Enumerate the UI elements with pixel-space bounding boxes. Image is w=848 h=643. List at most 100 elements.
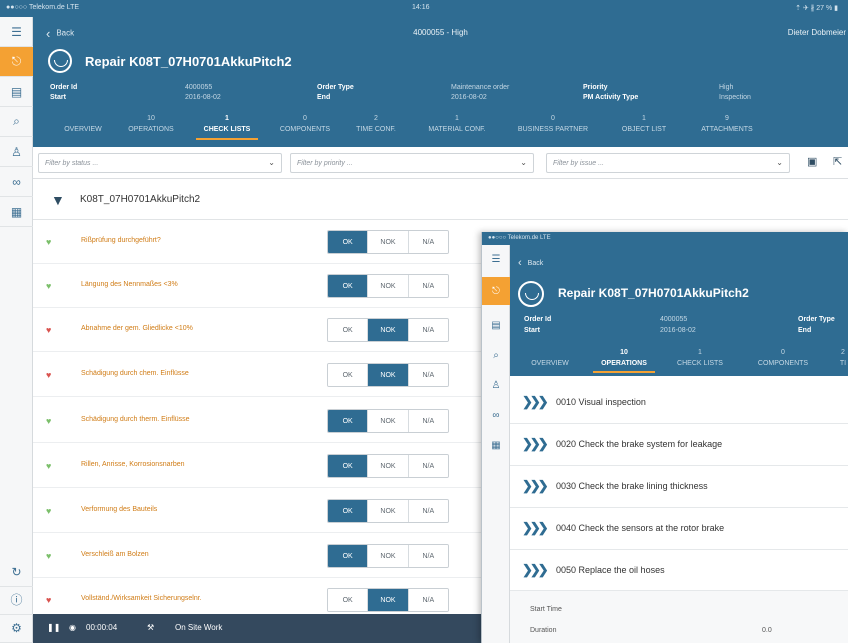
ok-button[interactable]: OK (328, 319, 368, 341)
search-icon[interactable]: ⌕ (0, 107, 33, 137)
tab-time-conf[interactable]: 2 TIME CONF. (348, 115, 404, 133)
info-icon[interactable]: ⓘ (0, 585, 33, 615)
priority-filter[interactable]: Filter by priority ... ⌄ (290, 153, 534, 173)
pm-activity-label: PM Activity Type (583, 94, 639, 101)
ok-nok-na-selector: OK NOK N/A (327, 318, 449, 342)
overlay-sidebar: ☰ ⎋ ▤ ⌕ ♙ ∞ ▦ (482, 245, 510, 643)
operation-label: 0030 Check the brake lining thickness (556, 481, 708, 491)
start-label: Start (524, 327, 540, 334)
documents-icon[interactable]: ▦ (482, 431, 510, 459)
chevron-down-icon: ⌄ (268, 158, 275, 167)
tab-operations[interactable]: 10 OPERATIONS (121, 115, 181, 133)
notifications-icon[interactable]: ▤ (0, 77, 33, 107)
issue-filter[interactable]: Filter by issue ... ⌄ (546, 153, 790, 173)
ok-nok-na-selector: OK NOK N/A (327, 230, 449, 254)
operation-row[interactable]: ❯❯❯ 0030 Check the brake lining thickness (510, 466, 848, 508)
clipboard-icon[interactable]: ▣ (807, 155, 817, 168)
tab-components[interactable]: 0 COMPONENTS (273, 115, 337, 133)
tab-material-conf[interactable]: 1 MATERIAL CONF. (418, 115, 496, 133)
na-button[interactable]: N/A (407, 275, 448, 297)
tab-check-lists[interactable]: 1 CHECK LISTS (196, 115, 258, 140)
orders-icon[interactable]: ⎋ (0, 47, 33, 77)
export-icon[interactable]: ⇱ (833, 155, 842, 168)
na-button[interactable]: N/A (407, 231, 448, 253)
operation-row[interactable]: ❯❯❯ 0040 Check the sensors at the rotor b… (510, 508, 848, 550)
nok-button[interactable]: NOK (367, 410, 408, 432)
tab-check-lists[interactable]: 1 CHECK LISTS (670, 349, 730, 367)
na-button[interactable]: N/A (407, 500, 448, 522)
na-button[interactable]: N/A (407, 545, 448, 567)
operation-row[interactable]: ❯❯❯ 0050 Replace the oil hoses (510, 550, 848, 592)
notifications-icon[interactable]: ▤ (482, 311, 510, 339)
ok-button[interactable]: OK (328, 275, 368, 297)
tab-components[interactable]: 0 COMPONENTS (748, 349, 818, 367)
ok-button[interactable]: OK (328, 589, 368, 611)
tab-overview[interactable]: OVERVIEW (53, 115, 113, 133)
tab-operations[interactable]: 10 OPERATIONS (593, 349, 655, 373)
status-filter[interactable]: Filter by status ... ⌄ (38, 153, 282, 173)
operation-row[interactable]: ❯❯❯ 0010 Visual inspection (510, 382, 848, 424)
na-button[interactable]: N/A (407, 319, 448, 341)
tab-attachments[interactable]: 9 ATTACHMENTS (688, 115, 766, 133)
bottom-bar: ❚❚ ◉ 00:00:04 ⚒ On Site Work (33, 614, 481, 643)
end-label: End (317, 94, 331, 101)
ok-button[interactable]: OK (328, 410, 368, 432)
nok-button[interactable]: NOK (367, 231, 408, 253)
na-button[interactable]: N/A (407, 589, 448, 611)
sync-icon[interactable]: ↻ (0, 557, 33, 587)
na-button[interactable]: N/A (407, 455, 448, 477)
ok-button[interactable]: OK (328, 231, 368, 253)
na-button[interactable]: N/A (407, 364, 448, 386)
tab-object-list[interactable]: 1 OBJECT LIST (611, 115, 677, 133)
priority-value: High (719, 84, 734, 91)
tab-overview[interactable]: OVERVIEW (524, 349, 576, 367)
ok-button[interactable]: OK (328, 455, 368, 477)
menu-icon[interactable]: ☰ (482, 245, 510, 273)
status-nok-icon: ♥ (46, 370, 52, 380)
operation-label: 0020 Check the brake system for leakage (556, 439, 723, 449)
page-title: 4000055 - High (413, 28, 468, 37)
settings-icon[interactable]: ⚙ (0, 613, 33, 643)
checklist-item-label: Verschleiß am Bolzen (81, 551, 149, 558)
helmet-icon (48, 49, 72, 73)
nok-button[interactable]: NOK (367, 275, 408, 297)
team-icon[interactable]: ♙ (482, 371, 510, 399)
operation-row[interactable]: ❯❯❯ 0020 Check the brake system for leaka… (510, 424, 848, 466)
overlay-object-title: Repair K08T_07H0701AkkuPitch2 (558, 286, 749, 300)
nok-button[interactable]: NOK (367, 545, 408, 567)
end-label: End (798, 327, 812, 334)
nok-button[interactable]: NOK (367, 319, 408, 341)
nok-button[interactable]: NOK (367, 589, 408, 611)
pause-icon[interactable]: ❚❚ (47, 623, 60, 632)
checklist-icon: ▼ (51, 192, 65, 208)
binoculars-icon[interactable]: ∞ (0, 167, 33, 197)
nok-button[interactable]: NOK (367, 500, 408, 522)
ok-button[interactable]: OK (328, 545, 368, 567)
ok-button[interactable]: OK (328, 364, 368, 386)
ok-nok-na-selector: OK NOK N/A (327, 454, 449, 478)
search-icon[interactable]: ⌕ (482, 341, 510, 369)
carrier-label: ●●○○○ Telekom.de LTE (6, 4, 80, 11)
tab-business-partner[interactable]: 0 BUSINESS PARTNER (508, 115, 598, 133)
duration-label: Duration (530, 627, 557, 634)
menu-icon[interactable]: ☰ (0, 17, 33, 47)
documents-icon[interactable]: ▦ (0, 197, 33, 227)
status-ok-icon: ♥ (46, 416, 52, 426)
nok-button[interactable]: NOK (367, 364, 408, 386)
chevrons-right-icon: ❯❯❯ (522, 394, 549, 409)
user-name[interactable]: Dieter Dobmeier (788, 28, 846, 37)
checklist-item-label: Schädigung durch therm. Einflüsse (81, 416, 190, 423)
na-button[interactable]: N/A (407, 410, 448, 432)
tab-time-conf[interactable]: 2 TI (836, 349, 848, 367)
orders-icon[interactable]: ⎋ (482, 277, 510, 305)
checklist-item-label: Verformung des Bauteils (81, 506, 158, 513)
nok-button[interactable]: NOK (367, 455, 408, 477)
team-icon[interactable]: ♙ (0, 137, 33, 167)
checklist-title: K08T_07H0701AkkuPitch2 (80, 194, 201, 205)
record-icon[interactable]: ◉ (69, 623, 76, 632)
back-button[interactable]: ‹ Back (518, 257, 543, 269)
timer: 00:00:04 (86, 623, 118, 632)
binoculars-icon[interactable]: ∞ (482, 401, 510, 429)
sidebar: ☰ ⎋ ▤ ⌕ ♙ ∞ ▦ ↻ ⓘ ⚙ (0, 17, 33, 643)
ok-button[interactable]: OK (328, 500, 368, 522)
